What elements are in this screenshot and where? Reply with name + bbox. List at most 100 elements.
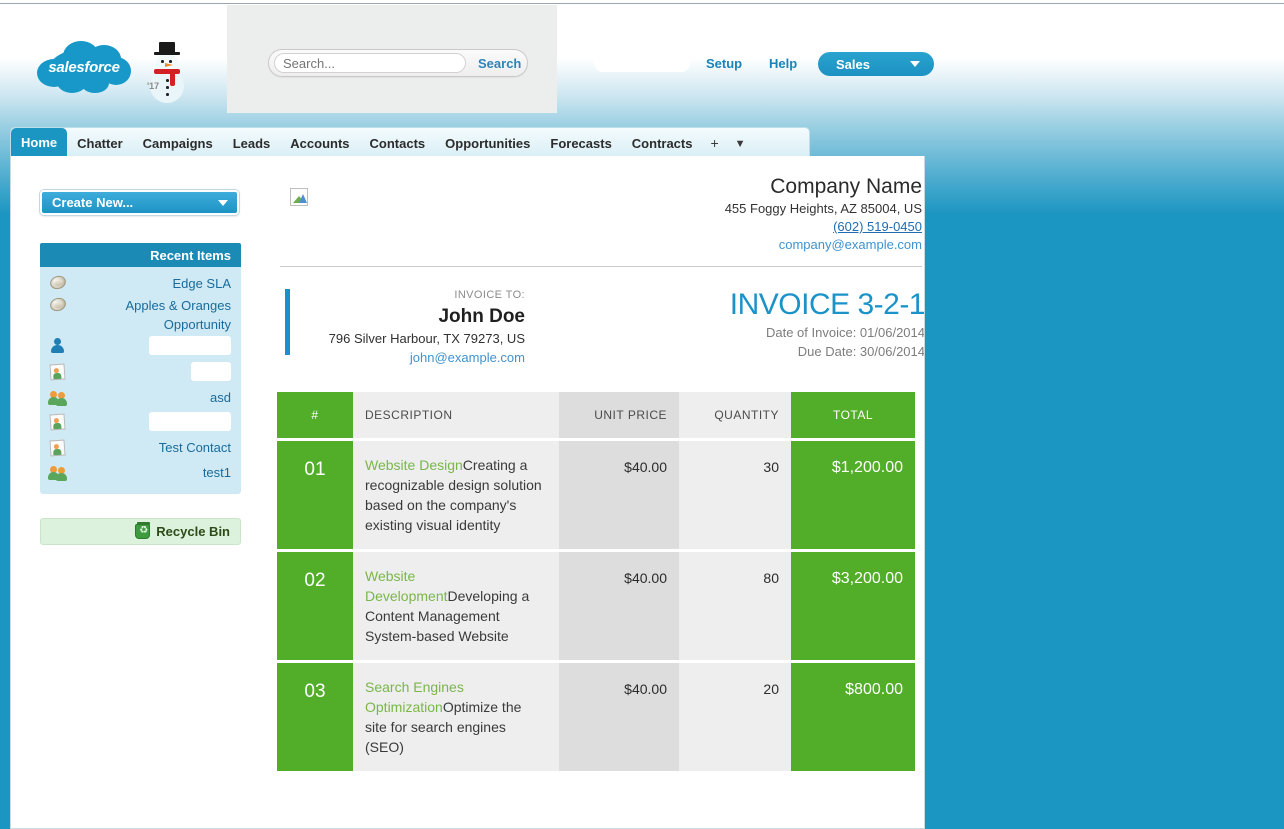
recent-item[interactable] [40,335,241,361]
recent-items-header[interactable]: Recent Items [40,243,241,267]
sidebar: Create New... Recent Items Edge SLA Apple… [40,190,251,545]
tab-accounts[interactable]: Accounts [280,130,359,157]
recent-item[interactable]: Edge SLA [40,273,241,295]
user-name-redacted [594,52,690,72]
column-header-total: TOTAL [791,392,915,440]
company-phone-link[interactable]: (602) 519-0450 [725,218,922,236]
help-link[interactable]: Help [769,56,797,71]
recent-item[interactable]: asd [40,387,241,411]
cell-quantity: 80 [679,549,791,662]
chevron-down-icon [910,61,920,67]
salesforce-logo-icon[interactable]: salesforce [35,41,133,93]
redacted-text [191,362,231,381]
create-new-label: Create New... [52,195,134,210]
create-new-button[interactable]: Create New... [40,190,239,215]
recent-item[interactable]: test1 [40,462,241,486]
tab-chatter[interactable]: Chatter [67,130,133,157]
cell-total: $800.00 [791,660,915,771]
cell-unit-price: $40.00 [559,549,679,662]
app-selector-label: Sales [836,56,870,72]
bill-to-email-link[interactable]: john@example.com [410,350,525,365]
table-header-row: # DESCRIPTION UNIT PRICE QUANTITY TOTAL [277,392,915,440]
redacted-text [149,336,231,355]
snowman-mascot-icon: '17 [142,41,190,107]
cell-quantity: 20 [679,660,791,771]
bill-to-name: John Doe [438,306,525,327]
company-name: Company Name [770,175,922,198]
tab-forecasts[interactable]: Forecasts [540,130,621,157]
app-header: salesforce '17 Search Setup Help Sales [0,5,1284,115]
opportunity-coin-icon [48,273,68,292]
tab-campaigns[interactable]: Campaigns [133,130,223,157]
cell-unit-price: $40.00 [559,660,679,771]
company-email-link[interactable]: company@example.com [725,236,922,254]
tab-home[interactable]: Home [11,128,68,157]
cell-number: 03 [277,660,353,771]
cell-total: $1,200.00 [791,438,915,551]
content-panel: Create New... Recent Items Edge SLA Apple… [10,156,925,829]
search-input[interactable] [274,53,466,73]
tab-contacts[interactable]: Contacts [360,130,436,157]
column-header-quantity: QUANTITY [679,392,791,440]
trash-icon [135,522,151,539]
line-item-title: Website Development [365,568,448,604]
tab-opportunities[interactable]: Opportunities [435,130,540,157]
search-button[interactable]: Search [472,55,527,72]
all-tabs-chevron-down-icon[interactable]: ▼ [727,138,754,157]
tab-leads[interactable]: Leads [223,130,281,157]
bill-to-address: 796 Silver Harbour, TX 79273, US [328,331,525,346]
line-item-title: Website Design [365,457,463,473]
recent-item-label [72,362,231,386]
recent-item[interactable]: Test Contact [40,437,241,462]
recycle-bin-label: Recycle Bin [156,524,230,539]
company-address: 455 Foggy Heights, AZ 85004, US [724,201,922,216]
broken-image-icon [290,188,308,206]
recent-item-label: test1 [202,465,231,480]
account-group-icon [48,465,68,481]
invoice-header: Company Name 455 Foggy Heights, AZ 85004… [277,174,924,254]
browser-top-rule [0,0,1284,4]
contact-card-icon [49,363,66,381]
invoice-due-date: Due Date: 30/06/2014 [797,344,925,359]
salesforce-wordmark: salesforce [48,58,120,76]
recent-item[interactable]: Apples & Oranges Opportunity [40,295,241,335]
table-row: 01 Website DesignCreating a recognizable … [277,438,915,551]
contact-card-icon [49,439,66,457]
cell-number: 01 [277,438,353,551]
cell-description: Search Engines OptimizationOptimize the … [353,660,559,771]
recent-item-label [72,336,231,360]
cell-total: $3,200.00 [791,549,915,662]
cell-description: Website DevelopmentDeveloping a Content … [353,549,559,662]
invoice-meta-block: INVOICE 3-2-1 Date of Invoice: 01/06/201… [730,287,925,367]
recent-item-label [72,412,231,436]
bill-to-block: INVOICE TO: John Doe 796 Silver Harbour,… [285,287,525,367]
chevron-down-icon [218,200,228,206]
recycle-bin-button[interactable]: Recycle Bin [40,518,241,545]
recent-items-list: Edge SLA Apples & Oranges Opportunity asd T… [40,267,241,494]
column-header-unit-price: UNIT PRICE [559,392,679,440]
cell-description: Website DesignCreating a recognizable de… [353,438,559,551]
invoice-line-items-table: # DESCRIPTION UNIT PRICE QUANTITY TOTAL … [277,392,915,771]
account-group-icon [48,390,68,406]
recent-item[interactable] [40,411,241,437]
table-row: 03 Search Engines OptimizationOptimize th… [277,660,915,771]
redacted-text [149,412,231,431]
app-selector-button[interactable]: Sales [818,52,934,76]
invoice-date: Date of Invoice: 01/06/2014 [765,325,925,340]
bill-to-label: INVOICE TO: [454,289,525,301]
company-block: Company Name 455 Foggy Heights, AZ 85004… [725,174,922,254]
add-tab-icon[interactable]: + [702,135,726,157]
primary-tab-bar: Home Chatter Campaigns Leads Accounts Contact… [10,127,810,157]
brand-area: salesforce '17 [30,23,200,103]
column-header-description: DESCRIPTION [353,392,559,440]
setup-link[interactable]: Setup [706,56,742,71]
global-search: Search [268,49,528,77]
recent-item-label: Test Contact [158,440,231,455]
recent-item-label: Edge SLA [172,276,231,291]
recent-item-label: asd [210,390,231,405]
tab-contracts[interactable]: Contracts [622,130,703,157]
recent-item[interactable] [40,361,241,387]
table-row: 02 Website DevelopmentDeveloping a Conten… [277,549,915,662]
recent-item-label: Apples & Oranges Opportunity [125,298,231,332]
opportunity-coin-icon [48,295,68,314]
